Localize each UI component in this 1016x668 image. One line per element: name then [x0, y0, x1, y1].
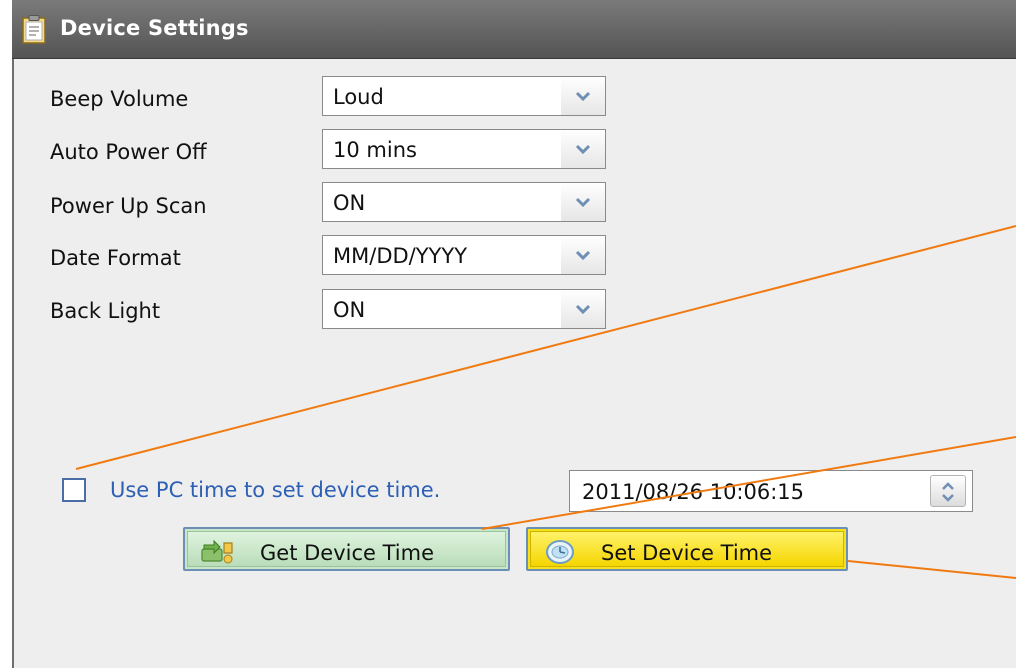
use-pc-time-checkbox[interactable]	[62, 478, 86, 502]
date-format-label: Date Format	[50, 246, 181, 270]
clock-icon	[543, 539, 577, 565]
get-device-time-button[interactable]: Get Device Time	[183, 527, 510, 571]
chevron-down-icon[interactable]	[561, 236, 605, 274]
device-datetime-value: 2011/08/26 10:06:15	[582, 480, 805, 504]
back-light-select[interactable]: ON	[322, 289, 606, 329]
chevron-down-icon[interactable]	[561, 130, 605, 168]
get-device-time-button-face[interactable]: Get Device Time	[187, 531, 506, 567]
power-up-scan-select[interactable]: ON	[322, 182, 606, 222]
beep-volume-label: Beep Volume	[50, 87, 189, 111]
use-pc-time-label[interactable]: Use PC time to set device time.	[110, 478, 440, 502]
set-device-time-button[interactable]: Set Device Time	[526, 527, 848, 571]
auto-power-off-select[interactable]: 10 mins	[322, 129, 606, 169]
power-up-scan-label: Power Up Scan	[50, 194, 207, 218]
auto-power-off-label: Auto Power Off	[50, 140, 207, 164]
get-device-time-label: Get Device Time	[260, 541, 434, 565]
window-title: Device Settings	[60, 16, 249, 40]
back-light-value: ON	[333, 298, 366, 322]
beep-volume-select[interactable]: Loud	[322, 76, 606, 116]
device-datetime-field[interactable]: 2011/08/26 10:06:15	[569, 470, 973, 512]
set-device-time-button-face[interactable]: Set Device Time	[530, 531, 844, 567]
chevron-down-icon[interactable]	[561, 77, 605, 115]
date-format-select[interactable]: MM/DD/YYYY	[322, 235, 606, 275]
chevron-down-icon[interactable]	[561, 290, 605, 328]
clipboard-icon	[22, 15, 46, 44]
spinner-icon[interactable]	[930, 475, 966, 507]
download-time-icon	[200, 539, 234, 565]
auto-power-off-value: 10 mins	[333, 138, 417, 162]
date-format-value: MM/DD/YYYY	[333, 244, 468, 268]
power-up-scan-value: ON	[333, 191, 366, 215]
set-device-time-label: Set Device Time	[601, 541, 773, 565]
title-bar: Device Settings	[12, 0, 1016, 59]
back-light-label: Back Light	[50, 299, 161, 323]
beep-volume-value: Loud	[333, 85, 384, 109]
chevron-down-icon[interactable]	[561, 183, 605, 221]
